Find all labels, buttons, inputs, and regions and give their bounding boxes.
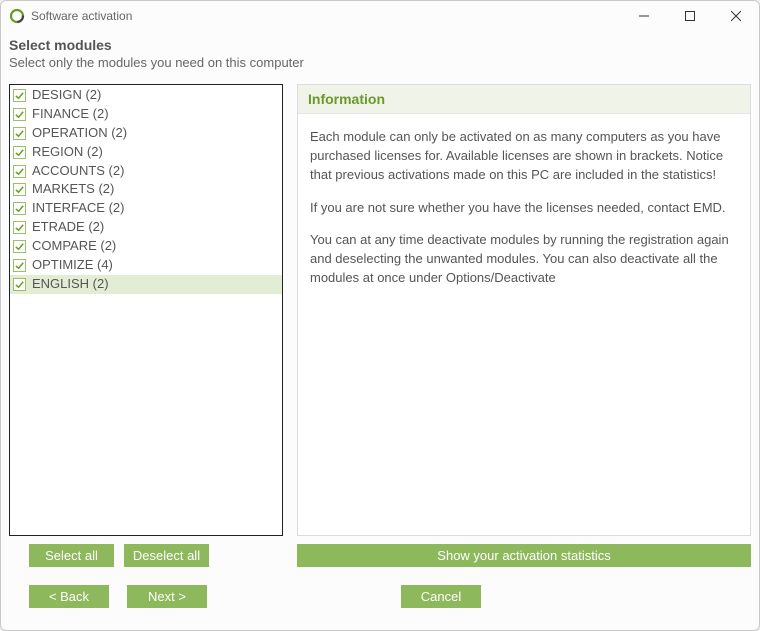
module-row[interactable]: DESIGN (2) (10, 86, 282, 105)
module-row[interactable]: COMPARE (2) (10, 237, 282, 256)
show-stats-button[interactable]: Show your activation statistics (297, 544, 751, 567)
checkbox-icon[interactable] (13, 108, 26, 121)
module-row[interactable]: INTERFACE (2) (10, 199, 282, 218)
next-button[interactable]: Next > (127, 585, 207, 608)
activation-window: Software activation Select modules Selec… (0, 0, 760, 631)
window-controls (621, 1, 759, 31)
info-body: Each module can only be activated on as … (298, 114, 750, 316)
content-area: Select modules Select only the modules y… (1, 31, 759, 630)
info-panel: Information Each module can only be acti… (297, 84, 751, 536)
module-row[interactable]: ETRADE (2) (10, 218, 282, 237)
module-row[interactable]: FINANCE (2) (10, 105, 282, 124)
back-button[interactable]: < Back (29, 585, 109, 608)
module-label: OPTIMIZE (4) (32, 257, 113, 274)
select-all-button[interactable]: Select all (29, 544, 114, 567)
checkbox-icon[interactable] (13, 221, 26, 234)
checkbox-icon[interactable] (13, 278, 26, 291)
module-label: ACCOUNTS (2) (32, 163, 124, 180)
module-label: REGION (2) (32, 144, 103, 161)
checkbox-icon[interactable] (13, 202, 26, 215)
checkbox-icon[interactable] (13, 127, 26, 140)
module-label: ETRADE (2) (32, 219, 104, 236)
info-paragraph: Each module can only be activated on as … (310, 128, 738, 185)
window-title: Software activation (31, 9, 132, 23)
deselect-all-button[interactable]: Deselect all (124, 544, 209, 567)
module-label: OPERATION (2) (32, 125, 127, 142)
info-heading: Information (298, 85, 750, 114)
checkbox-icon[interactable] (13, 183, 26, 196)
page-title: Select modules (9, 37, 751, 53)
info-paragraph: If you are not sure whether you have the… (310, 199, 738, 218)
minimize-button[interactable] (621, 1, 667, 31)
module-label: ENGLISH (2) (32, 276, 109, 293)
module-row[interactable]: MARKETS (2) (10, 180, 282, 199)
page-subtitle: Select only the modules you need on this… (9, 55, 751, 70)
checkbox-icon[interactable] (13, 240, 26, 253)
maximize-button[interactable] (667, 1, 713, 31)
module-label: INTERFACE (2) (32, 200, 124, 217)
checkbox-icon[interactable] (13, 89, 26, 102)
module-label: COMPARE (2) (32, 238, 116, 255)
app-icon (9, 8, 25, 24)
checkbox-icon[interactable] (13, 165, 26, 178)
module-label: DESIGN (2) (32, 87, 101, 104)
module-row[interactable]: ACCOUNTS (2) (10, 162, 282, 181)
module-row[interactable]: ENGLISH (2) (10, 275, 282, 294)
module-list[interactable]: DESIGN (2) FINANCE (2) OPERATION (2) REGION… (9, 84, 283, 536)
module-row[interactable]: OPERATION (2) (10, 124, 282, 143)
checkbox-icon[interactable] (13, 146, 26, 159)
info-paragraph: You can at any time deactivate modules b… (310, 231, 738, 288)
module-row[interactable]: OPTIMIZE (4) (10, 256, 282, 275)
module-row[interactable]: REGION (2) (10, 143, 282, 162)
footer: < Back Next > Cancel (9, 567, 751, 622)
module-label: MARKETS (2) (32, 181, 114, 198)
checkbox-icon[interactable] (13, 259, 26, 272)
close-button[interactable] (713, 1, 759, 31)
cancel-button[interactable]: Cancel (401, 585, 481, 608)
module-label: FINANCE (2) (32, 106, 109, 123)
titlebar: Software activation (1, 1, 759, 31)
